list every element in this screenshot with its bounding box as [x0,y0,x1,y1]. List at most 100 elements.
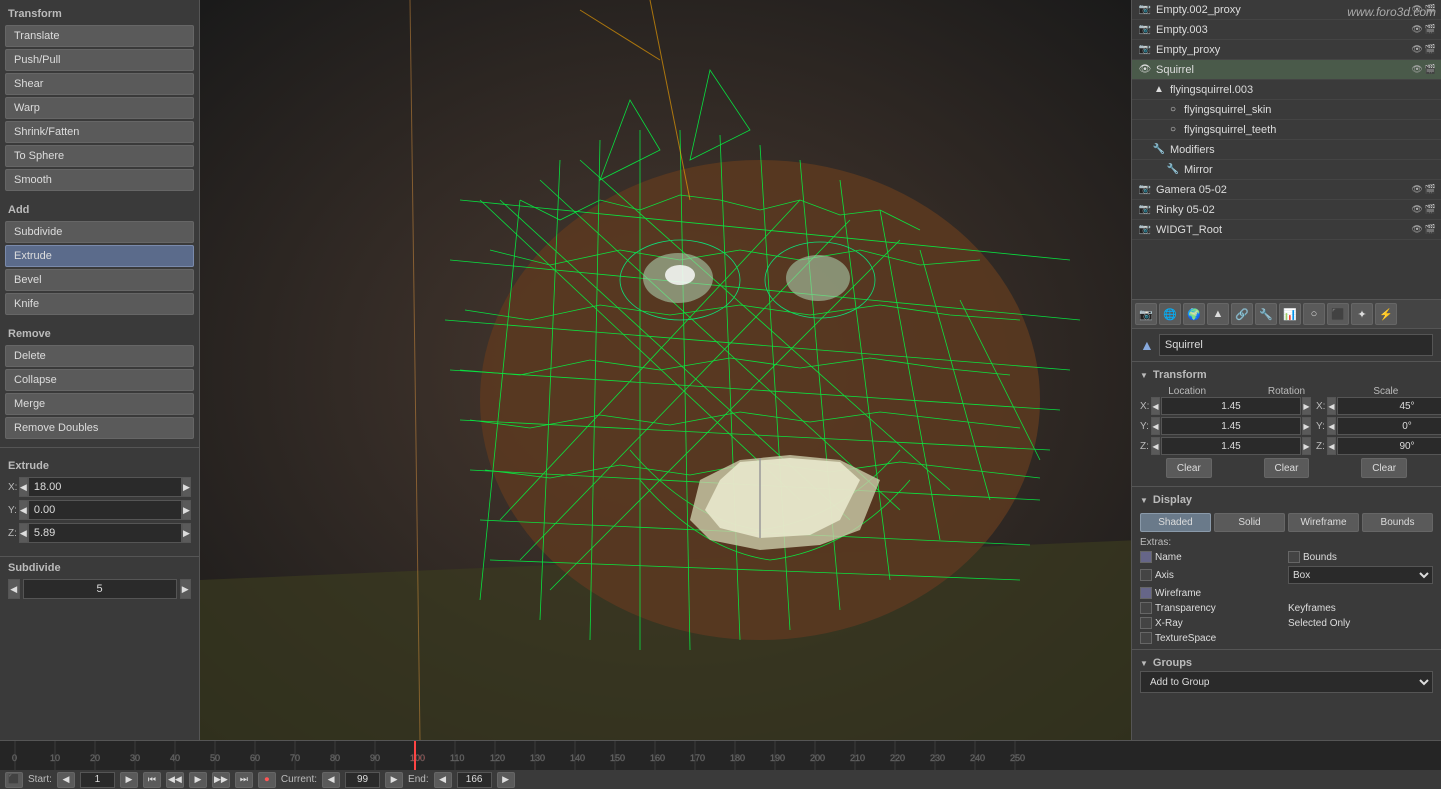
end-next-btn[interactable]: ▶ [497,772,515,788]
x-arrow-left[interactable]: ◀ [19,477,28,497]
visibility-icon[interactable]: 👁 [1411,44,1422,55]
transparency-checkbox[interactable] [1140,602,1152,614]
visibility-icon[interactable]: 👁 [1411,184,1422,195]
start-next-btn[interactable]: ▶ [120,772,138,788]
modifiers-outliner-item[interactable]: 🔧 Modifiers [1132,140,1441,160]
y-arrow-left[interactable]: ◀ [19,500,28,520]
add-to-group-select[interactable]: Add to Group [1140,671,1433,693]
loc-x-left[interactable]: ◀ [1151,397,1160,415]
remove-doubles-btn[interactable]: Remove Doubles [5,417,194,439]
loc-z-right[interactable]: ▶ [1302,437,1311,455]
wireframe-btn[interactable]: Wireframe [1288,513,1359,532]
smooth-btn[interactable]: Smooth [5,169,194,191]
delete-btn[interactable]: Delete [5,345,194,367]
widgt-outliner-item[interactable]: 📷 WIDGT_Root 👁 🎬 [1132,220,1441,240]
loc-y-left[interactable]: ◀ [1151,417,1160,435]
render-icon[interactable]: 🎬 [1425,44,1436,55]
squirrel-outliner-item[interactable]: 👁 Squirrel 👁 🎬 [1132,60,1441,80]
tosphere-btn[interactable]: To Sphere [5,145,194,167]
teeth-outliner-item[interactable]: ○ flyingsquirrel_teeth [1132,120,1441,140]
skin-outliner-item[interactable]: ○ flyingsquirrel_skin [1132,100,1441,120]
gamera-outliner-item[interactable]: 📷 Gamera 05-02 👁 🎬 [1132,180,1441,200]
texturespace-checkbox[interactable] [1140,632,1152,644]
rot-z-left[interactable]: ◀ [1327,437,1336,455]
viewport-type-btn[interactable]: ⬛ [5,772,23,788]
pushpull-btn[interactable]: Push/Pull [5,49,194,71]
subdivide-arrow-right[interactable]: ▶ [180,579,192,599]
loc-y-input[interactable] [1161,417,1301,435]
current-next-btn[interactable]: ▶ [385,772,403,788]
loc-clear-btn[interactable]: Clear [1166,458,1212,478]
subdivide-input[interactable] [23,579,177,599]
subdivide-btn[interactable]: Subdivide [5,221,194,243]
x-input[interactable] [28,477,182,497]
end-input[interactable] [457,772,492,788]
shrink-btn[interactable]: Shrink/Fatten [5,121,194,143]
rot-clear-btn[interactable]: Clear [1264,458,1310,478]
scene-props-btn[interactable]: 🌐 [1159,303,1181,325]
outliner-item[interactable]: 📷 Empty_proxy 👁 🎬 [1132,40,1441,60]
jump-end-btn[interactable]: ⏭ [235,772,253,788]
viewport[interactable] [200,0,1140,740]
data-props-btn[interactable]: 📊 [1279,303,1301,325]
rot-y-left[interactable]: ◀ [1327,417,1336,435]
warp-btn[interactable]: Warp [5,97,194,119]
loc-z-input[interactable] [1161,437,1301,455]
loc-y-right[interactable]: ▶ [1302,417,1311,435]
name-checkbox[interactable] [1140,551,1152,563]
loc-x-input[interactable] [1161,397,1301,415]
current-prev-btn[interactable]: ◀ [322,772,340,788]
display-section-title[interactable]: ▼ Display [1140,492,1433,508]
scale-clear-btn[interactable]: Clear [1361,458,1407,478]
shear-btn[interactable]: Shear [5,73,194,95]
bounds-checkbox[interactable] [1288,551,1300,563]
rot-z-input[interactable] [1337,437,1441,455]
axis-checkbox[interactable] [1140,569,1152,581]
mirror-outliner-item[interactable]: 🔧 Mirror [1132,160,1441,180]
start-prev-btn[interactable]: ◀ [57,772,75,788]
prev-frame-btn[interactable]: ◀◀ [166,772,184,788]
particle-props-btn[interactable]: ✦ [1351,303,1373,325]
bounds-btn[interactable]: Bounds [1362,513,1433,532]
flyingsquirrel-outliner-item[interactable]: ▲ flyingsquirrel.003 [1132,80,1441,100]
render-icon[interactable]: 🎬 [1425,204,1436,215]
groups-section-title[interactable]: ▼ Groups [1140,655,1433,671]
y-input[interactable] [28,500,182,520]
z-arrow-right[interactable]: ▶ [182,523,191,543]
render-icon[interactable]: 🎬 [1425,184,1436,195]
record-btn[interactable]: ⏺ [258,772,276,788]
timeline-bar[interactable]: 0 10 20 30 40 50 60 70 80 90 100 110 120… [0,741,1441,771]
render-props-btn[interactable]: 📷 [1135,303,1157,325]
render-icon[interactable]: 🎬 [1425,64,1436,75]
world-props-btn[interactable]: 🌍 [1183,303,1205,325]
texture-props-btn[interactable]: ⬛ [1327,303,1349,325]
physics-props-btn[interactable]: ⚡ [1375,303,1397,325]
translate-btn[interactable]: Translate [5,25,194,47]
merge-btn[interactable]: Merge [5,393,194,415]
play-anim-btn[interactable]: ▶▶ [212,772,230,788]
bevel-btn[interactable]: Bevel [5,269,194,291]
extrude-btn[interactable]: Extrude [5,245,194,267]
visibility-icon[interactable]: 👁 [1411,64,1422,75]
rinky-outliner-item[interactable]: 📷 Rinky 05-02 👁 🎬 [1132,200,1441,220]
constraints-btn[interactable]: 🔗 [1231,303,1253,325]
z-arrow-left[interactable]: ◀ [19,523,28,543]
y-arrow-right[interactable]: ▶ [182,500,191,520]
play-btn[interactable]: ▶ [189,772,207,788]
visibility-icon[interactable]: 👁 [1411,224,1422,235]
subdivide-arrow-left[interactable]: ◀ [8,579,20,599]
object-name-input[interactable] [1159,334,1433,356]
visibility-icon[interactable]: 👁 [1411,24,1422,35]
rot-x-input[interactable] [1337,397,1441,415]
collapse-btn[interactable]: Collapse [5,369,194,391]
transform-section-title[interactable]: ▼ Transform [1140,367,1433,383]
outliner-item[interactable]: 📷 Empty.003 👁 🎬 [1132,20,1441,40]
bounds-type-select[interactable]: Box Sphere [1288,566,1433,584]
xray-checkbox[interactable] [1140,617,1152,629]
solid-btn[interactable]: Solid [1214,513,1285,532]
knife-btn[interactable]: Knife [5,293,194,315]
end-prev-btn[interactable]: ◀ [434,772,452,788]
jump-start-btn[interactable]: ⏮ [143,772,161,788]
wireframe-checkbox[interactable] [1140,587,1152,599]
visibility-icon[interactable]: 👁 [1411,204,1422,215]
